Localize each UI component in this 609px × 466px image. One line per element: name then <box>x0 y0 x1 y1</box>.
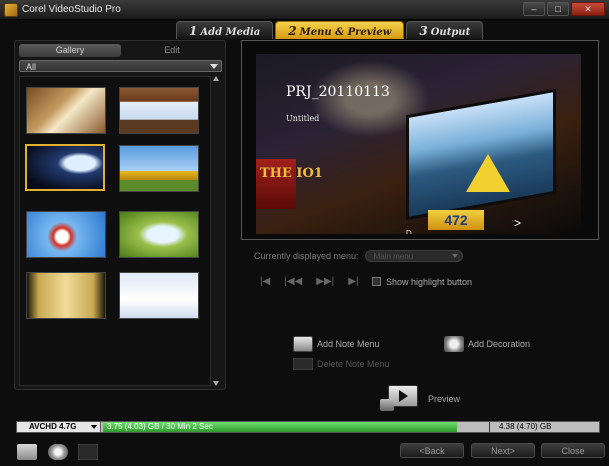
play-icon <box>399 390 408 402</box>
tab-menu-preview[interactable]: 2 Menu & Preview <box>275 21 405 39</box>
preview-remote-icon <box>380 385 418 413</box>
category-value: All <box>26 62 37 72</box>
sign-text: THE IO1 <box>260 166 323 181</box>
next-button[interactable]: Next> <box>471 443 535 458</box>
thumb-light-blue-template[interactable] <box>119 272 199 319</box>
tab-gallery[interactable]: Gallery <box>19 44 121 57</box>
remote-shape <box>380 399 394 411</box>
displayed-menu-label: Currently displayed menu: <box>254 251 359 261</box>
back-button[interactable]: <Back <box>400 443 464 458</box>
menu-preview-window: THE IO1 472 PRJ_20110113 Untitled D > <box>241 40 599 240</box>
step-number: 3 <box>419 24 428 38</box>
menu-title-text[interactable]: PRJ_20110113 <box>286 84 390 100</box>
thumb-airplane-template[interactable] <box>26 211 106 258</box>
rewind-icon[interactable]: |◀◀ <box>284 276 302 287</box>
sign-number: 472 <box>428 210 484 230</box>
delete-note-icon <box>293 358 313 370</box>
footer-bar: <Back Next> Close <box>0 438 609 466</box>
add-decoration-label: Add Decoration <box>468 339 531 349</box>
gear-icon[interactable] <box>48 444 68 460</box>
panel-tabs: Gallery Edit <box>19 44 223 57</box>
title-bar: Corel VideoStudio Pro – □ ✕ <box>0 0 609 20</box>
close-button[interactable]: Close <box>541 443 605 458</box>
thumb-billboard-night-template[interactable] <box>25 144 105 191</box>
thumb-leaf-template[interactable] <box>119 211 199 258</box>
project-settings-icon[interactable] <box>17 444 37 460</box>
note-menu-icon <box>293 336 313 352</box>
app-logo-icon <box>4 3 18 17</box>
template-gallery <box>19 76 211 386</box>
menu-subtitle-text[interactable]: Untitled <box>286 114 319 123</box>
thumb-gold-frame-template[interactable] <box>26 272 106 319</box>
maximize-button[interactable]: □ <box>547 2 569 16</box>
displayed-menu-select[interactable]: Main menu <box>364 250 463 262</box>
show-highlight-label: Show highlight button <box>386 277 473 287</box>
preview-label: Preview <box>428 394 461 404</box>
step-label: Output <box>430 27 471 38</box>
thumb-book-template[interactable] <box>26 87 106 134</box>
menu-nav-label: D <box>406 229 412 234</box>
preview-image: THE IO1 472 PRJ_20110113 Untitled D > <box>256 54 581 234</box>
go-to-end-icon[interactable]: ▶| <box>348 276 358 287</box>
chevron-down-icon <box>451 254 458 258</box>
window-controls: – □ ✕ <box>523 2 605 16</box>
disc-used-text: 3.75 (4.03) GB / 30 Min 2 Sec <box>107 422 213 431</box>
disc-space-bar: AVCHD 4.7G 3.75 (4.03) GB / 30 Min 2 Sec… <box>16 421 600 433</box>
sail-shape <box>466 154 510 192</box>
disc-capacity-marker <box>489 422 490 432</box>
tab-edit[interactable]: Edit <box>121 44 223 57</box>
step-label: Menu & Preview <box>299 27 392 38</box>
chevron-down-icon <box>91 425 97 429</box>
scroll-down-icon[interactable] <box>213 381 219 386</box>
add-decoration-button[interactable]: Add Decoration <box>444 336 530 352</box>
add-note-menu-button[interactable]: Add Note Menu <box>293 336 380 352</box>
preview-button[interactable]: Preview <box>380 385 460 413</box>
next-page-arrow-icon[interactable]: > <box>514 216 521 230</box>
chevron-down-icon <box>210 64 218 69</box>
thumb-film-frames-template[interactable] <box>119 87 199 134</box>
disc-type-value: AVCHD 4.7G <box>29 422 77 431</box>
disc-capacity-text: 4.38 (4.70) GB <box>499 422 552 431</box>
window-title: Corel VideoStudio Pro <box>22 4 121 15</box>
add-note-menu-label: Add Note Menu <box>317 339 380 349</box>
scroll-up-icon[interactable] <box>213 76 219 81</box>
step-number: 2 <box>288 24 297 38</box>
step-tabs: 1 Add Media 2 Menu & Preview 3 Output <box>176 21 484 39</box>
playback-controls: |◀ |◀◀ ▶▶| ▶| <box>260 276 359 287</box>
template-panel: Gallery Edit All <box>14 40 226 390</box>
delete-note-menu-label: Delete Note Menu <box>317 359 390 369</box>
go-to-start-icon[interactable]: |◀ <box>260 276 270 287</box>
disc-type-select[interactable]: AVCHD 4.7G <box>17 422 101 432</box>
delete-note-menu-button[interactable]: Delete Note Menu <box>293 358 390 370</box>
displayed-menu-value: Main menu <box>373 252 414 261</box>
displayed-menu-row: Currently displayed menu: Main menu <box>254 250 463 262</box>
show-highlight-checkbox[interactable] <box>372 277 381 286</box>
step-label: Add Media <box>200 27 261 38</box>
fast-forward-icon[interactable]: ▶▶| <box>316 276 334 287</box>
close-window-button[interactable]: ✕ <box>571 2 605 16</box>
tab-output[interactable]: 3 Output <box>406 21 484 39</box>
step-number: 1 <box>189 24 198 38</box>
category-dropdown[interactable]: All <box>19 60 222 72</box>
thumb-bus-template[interactable] <box>119 145 199 192</box>
disabled-tool-icon <box>78 444 98 460</box>
tab-add-media[interactable]: 1 Add Media <box>176 21 274 39</box>
minimize-button[interactable]: – <box>523 2 545 16</box>
gallery-scrollbar[interactable] <box>212 76 220 386</box>
decoration-icon <box>444 336 464 352</box>
